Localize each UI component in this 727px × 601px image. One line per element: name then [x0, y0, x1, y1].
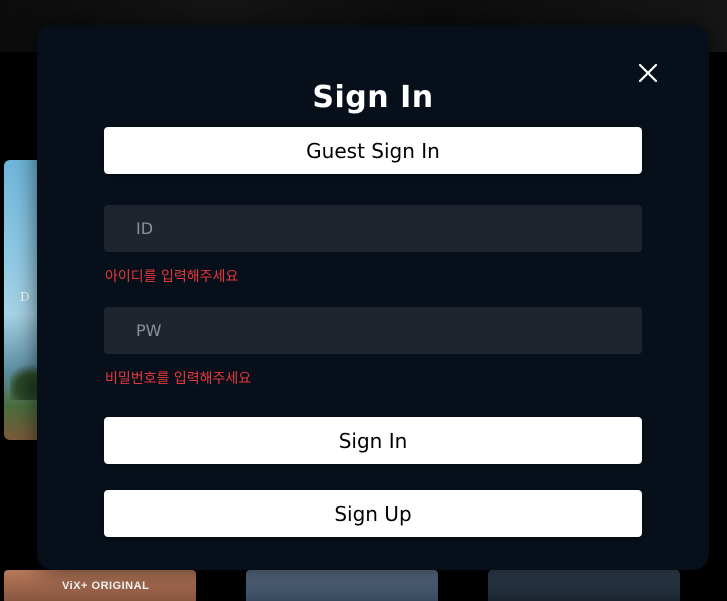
password-error-message: 비밀번호를 입력해주세요 — [105, 371, 252, 387]
close-icon — [638, 63, 658, 83]
password-input[interactable] — [104, 307, 642, 354]
sign-up-button[interactable]: Sign Up — [104, 490, 642, 537]
background-movie-card[interactable] — [488, 570, 680, 601]
sign-in-modal: Sign In Guest Sign In 아이디를 입력해주세요 비밀번호를 … — [37, 25, 709, 570]
card-brand-label: ViX+ ORIGINAL — [62, 580, 150, 592]
background-movie-card[interactable]: ViX+ ORIGINAL — [4, 570, 196, 601]
sign-in-button[interactable]: Sign In — [104, 417, 642, 464]
id-input[interactable] — [104, 205, 642, 252]
page: D e ViX+ ORIGINAL Sign In Guest Sign In … — [0, 0, 727, 601]
background-movie-card[interactable] — [246, 570, 438, 601]
guest-sign-in-button[interactable]: Guest Sign In — [104, 127, 642, 174]
close-button[interactable] — [636, 61, 660, 85]
modal-title: Sign In — [312, 80, 434, 115]
id-error-message: 아이디를 입력해주세요 — [105, 269, 239, 285]
